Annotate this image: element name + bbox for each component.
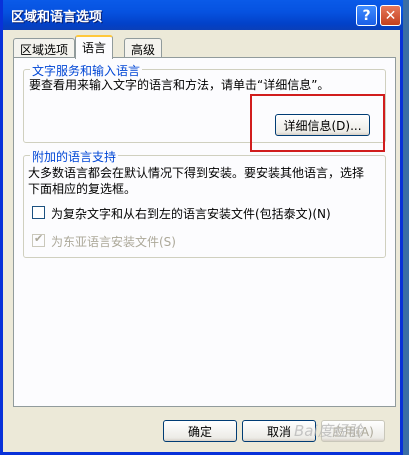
help-icon: ? [362,7,371,24]
supplemental-description-line1: 大多数语言都会在默认情况下得到安装。要安装其他语言，选择 [28,166,365,180]
annotation-highlight-box [250,94,385,152]
watermark-text: Bai度经验 [294,422,363,440]
complex-scripts-checkbox[interactable] [32,206,45,219]
supplemental-title: 附加的语言支持 [30,148,119,165]
checkmark-icon: ✔ [34,232,44,245]
title-bar[interactable]: 区域和语言选项 ? ✕ [3,0,406,30]
close-button[interactable]: ✕ [380,5,401,26]
desktop-background-strip [403,0,409,455]
east-asian-checkbox[interactable]: ✔ [32,232,45,247]
window-title: 区域和语言选项 [11,10,103,25]
close-icon: ✕ [384,7,397,24]
complex-scripts-label[interactable]: 为复杂文字和从右到左的语言安装文件(包括泰文)(N) [51,205,331,222]
tab-languages[interactable]: 语言 [75,35,114,59]
help-button[interactable]: ? [356,5,377,26]
supplemental-language-group: 附加的语言支持 大多数语言都会在默认情况下得到安装。要安装其他语言，选择 下面相… [23,148,386,258]
dialog-window: 区域和语言选项 ? ✕ 区域选项 语言 高级 文字服务和输入语言 要查看用来输入… [0,0,406,455]
ok-button[interactable]: 确定 [163,420,237,442]
text-services-description: 要查看用来输入文字的语言和方法，请单击“详细信息”。 [29,78,330,92]
east-asian-label: 为东亚语言安装文件(S) [51,235,176,249]
tab-regional-options[interactable]: 区域选项 [13,38,76,58]
supplemental-description-line2: 下面相应的复选框。 [28,182,137,196]
tab-advanced[interactable]: 高级 [124,38,163,58]
